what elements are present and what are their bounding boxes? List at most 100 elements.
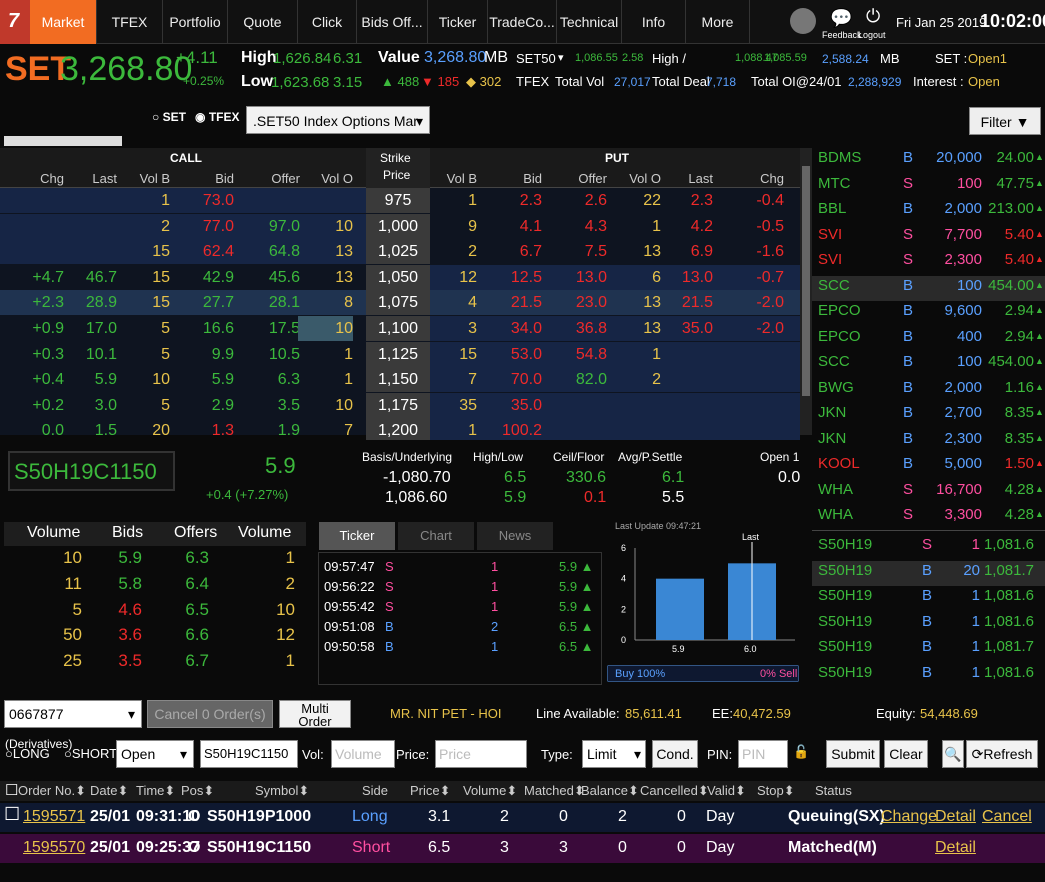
order-detail-link[interactable]: Detail xyxy=(935,808,976,826)
search-button[interactable]: 🔍 xyxy=(942,740,964,768)
option-row[interactable]: 2 77.0 97.0 10 1,000 9 4.1 4.3 1 4.2 -0.5 xyxy=(0,213,800,239)
order-col-header[interactable]: Time⬍ xyxy=(136,783,175,799)
pin-input[interactable]: PIN xyxy=(738,740,788,768)
order-col-header[interactable]: Side xyxy=(362,783,388,798)
type-select[interactable]: Limit ▾ xyxy=(582,740,646,768)
ticker-row[interactable]: S50H19 B 1 1,081.7 xyxy=(812,637,1045,662)
ticker-row[interactable]: SCC B 100 454.00 ▲ xyxy=(812,352,1045,377)
order-col-header[interactable]: Balance⬍ xyxy=(581,783,639,799)
ticker-row[interactable]: SCC B 100 454.00 ▲ xyxy=(812,275,1045,301)
option-row[interactable]: +0.4 5.9 10 5.9 6.3 1 1,150 7 70.0 82.0 2 xyxy=(0,367,800,393)
market-radio-tfex[interactable]: ◉ TFEX xyxy=(195,110,239,124)
nav-item-tfex[interactable]: TFEX xyxy=(97,0,163,44)
option-row[interactable]: +0.2 3.0 5 2.9 3.5 10 1,175 35 35.0 xyxy=(0,392,800,418)
order-number[interactable]: 1595570 xyxy=(23,839,85,857)
option-scrollbar[interactable] xyxy=(800,148,812,435)
set50-dropdown-icon[interactable]: ▾ xyxy=(558,51,564,64)
order-col-header[interactable]: Pos⬍ xyxy=(181,783,214,799)
tab-chart[interactable]: Chart xyxy=(398,522,474,550)
ticker-row[interactable]: JKN B 2,300 8.35 ▲ xyxy=(812,429,1045,454)
logo[interactable]: 7 xyxy=(0,0,30,44)
account-select[interactable]: 0667877 ▾ xyxy=(4,700,142,728)
ticker-row[interactable]: BWG B 2,000 1.16 ▲ xyxy=(812,378,1045,403)
option-row[interactable]: +0.3 10.1 5 9.9 10.5 1 1,125 15 53.0 54.8 1 xyxy=(0,341,800,367)
order-col-header[interactable]: Status xyxy=(815,783,852,798)
tab-ticker[interactable]: Ticker xyxy=(319,522,395,550)
ticker-row[interactable]: S50H19 S 1 1,081.6 xyxy=(812,535,1045,560)
ticker-row[interactable]: KOOL B 5,000 1.50 ▲ xyxy=(812,454,1045,479)
depth-offer-volume: 1 xyxy=(285,548,295,567)
cancel-orders-button[interactable]: Cancel 0 Order(s) xyxy=(147,700,273,728)
order-col-header[interactable]: Date⬍ xyxy=(90,783,128,799)
order-change-link[interactable]: Change xyxy=(881,808,937,826)
set50-label[interactable]: SET50 xyxy=(516,51,556,66)
feedback-label[interactable]: Feedback xyxy=(822,30,862,40)
clear-button[interactable]: Clear xyxy=(884,740,928,768)
ticker-row[interactable]: S50H19 B 1 1,081.6 xyxy=(812,586,1045,611)
tab-news[interactable]: News xyxy=(477,522,553,550)
ticker-row[interactable]: S50H19 B 20 1,081.7 xyxy=(812,560,1045,586)
ticker-row[interactable]: BBL B 2,000 213.00 ▲ xyxy=(812,199,1045,224)
ticker-row[interactable]: JKN B 2,700 8.35 ▲ xyxy=(812,403,1045,428)
nav-item-quote[interactable]: Quote xyxy=(228,0,298,44)
symbol-box[interactable]: S50H19C1150 xyxy=(8,451,175,491)
order-detail-link[interactable]: Detail xyxy=(935,839,976,857)
order-col-header[interactable]: Symbol⬍ xyxy=(255,783,309,799)
nav-item-bidsoff[interactable]: Bids Off... xyxy=(357,0,428,44)
position-select[interactable]: Open ▾ xyxy=(116,740,194,768)
order-cancel-link[interactable]: Cancel xyxy=(982,808,1032,826)
order-row[interactable]: 1595570 25/01 09:25:37 O S50H19C1150 Short 6.5… xyxy=(0,834,1045,863)
ticker-row[interactable]: BDMS B 20,000 24.00 ▲ xyxy=(812,148,1045,173)
price-input[interactable]: Price xyxy=(435,740,527,768)
order-col-header[interactable]: Price⬍ xyxy=(410,783,451,799)
volume-input[interactable]: Volume xyxy=(331,740,395,768)
condition-button[interactable]: Cond. xyxy=(652,740,698,768)
nav-item-info[interactable]: Info xyxy=(622,0,686,44)
order-row[interactable]: ☐ 1595571 25/01 09:31:10 O S50H19P1000 Long 3.1… xyxy=(0,803,1045,832)
option-row[interactable]: +4.7 46.7 15 42.9 45.6 13 1,050 12 12.5 13.0 6 13.0… xyxy=(0,264,800,290)
logout-icon[interactable]: ⏻ xyxy=(866,6,880,27)
nav-item-more[interactable]: More xyxy=(686,0,750,44)
ticker-row[interactable]: SVI S 2,300 5.40 ▲ xyxy=(812,250,1045,275)
checkbox-icon[interactable]: ☐ xyxy=(5,781,18,799)
order-col-header[interactable]: Order No.⬍ xyxy=(18,783,86,799)
logout-label[interactable]: Logout xyxy=(858,30,886,40)
option-row[interactable]: +0.9 17.0 5 16.6 17.5 10 1,100 3 34.0 36.8 13 35.0 -… xyxy=(0,316,800,341)
low-change: 3.15 xyxy=(333,74,363,91)
nav-item-click[interactable]: Click xyxy=(298,0,357,44)
short-radio[interactable]: ○SHORT xyxy=(64,746,117,761)
ticker-row[interactable]: MTC S 100 47.75 ▲ xyxy=(812,174,1045,199)
order-checkbox[interactable]: ☐ xyxy=(4,804,20,825)
order-col-header[interactable]: Volume⬍ xyxy=(463,783,517,799)
order-col-header[interactable]: Matched⬍ xyxy=(524,783,585,799)
nav-item-tradeco[interactable]: TradeCo... xyxy=(488,0,557,44)
option-row[interactable]: 15 62.4 64.8 13 1,025 2 6.7 7.5 13 6.9 -1.6 xyxy=(0,239,800,265)
nav-item-market[interactable]: Market xyxy=(30,0,97,44)
nav-item-technical[interactable]: Technical xyxy=(557,0,622,44)
ticker-row[interactable]: S50H19 B 1 1,081.6 xyxy=(812,663,1045,688)
ticker-row[interactable]: SVI S 7,700 5.40 ▲ xyxy=(812,225,1045,250)
market-radio-set[interactable]: ○ SET xyxy=(152,110,186,124)
symbol-input[interactable]: S50H19C1150 xyxy=(200,740,298,768)
order-col-header[interactable]: Cancelled⬍ xyxy=(640,783,709,799)
nav-item-portfolio[interactable]: Portfolio xyxy=(163,0,228,44)
ticker-row[interactable]: EPCO B 9,600 2.94 ▲ xyxy=(812,301,1045,326)
multi-order-button[interactable]: Multi Order xyxy=(279,700,351,728)
order-number[interactable]: 1595571 xyxy=(23,808,85,826)
ticker-row[interactable]: WHA S 16,700 4.28 ▲ xyxy=(812,480,1045,505)
order-col-header[interactable]: Stop⬍ xyxy=(757,783,795,799)
user-icon[interactable] xyxy=(790,8,816,34)
ticker-row[interactable]: WHA S 3,300 4.28 ▲ xyxy=(812,505,1045,530)
ticker-row[interactable]: S50H19 B 1 1,081.6 xyxy=(812,612,1045,637)
order-col-header[interactable]: Valid⬍ xyxy=(707,783,746,799)
option-row[interactable]: +2.3 28.9 15 27.7 28.1 8 1,075 4 21.5 23.0 13 21.5 -… xyxy=(0,290,800,316)
nav-item-ticker[interactable]: Ticker xyxy=(428,0,488,44)
refresh-button[interactable]: ⟳Refresh xyxy=(966,740,1038,768)
feedback-icon[interactable]: 💬 xyxy=(830,8,852,29)
series-select[interactable]: .SET50 Index Options Mar ▾ xyxy=(246,106,430,134)
option-row[interactable]: 1 73.0 975 1 2.3 2.6 22 2.3 -0.4 xyxy=(0,188,800,213)
filter-button[interactable]: Filter ▼ xyxy=(969,107,1041,135)
long-radio[interactable]: ○LONG xyxy=(5,746,50,761)
submit-button[interactable]: Submit xyxy=(826,740,880,768)
ticker-row[interactable]: EPCO B 400 2.94 ▲ xyxy=(812,327,1045,352)
